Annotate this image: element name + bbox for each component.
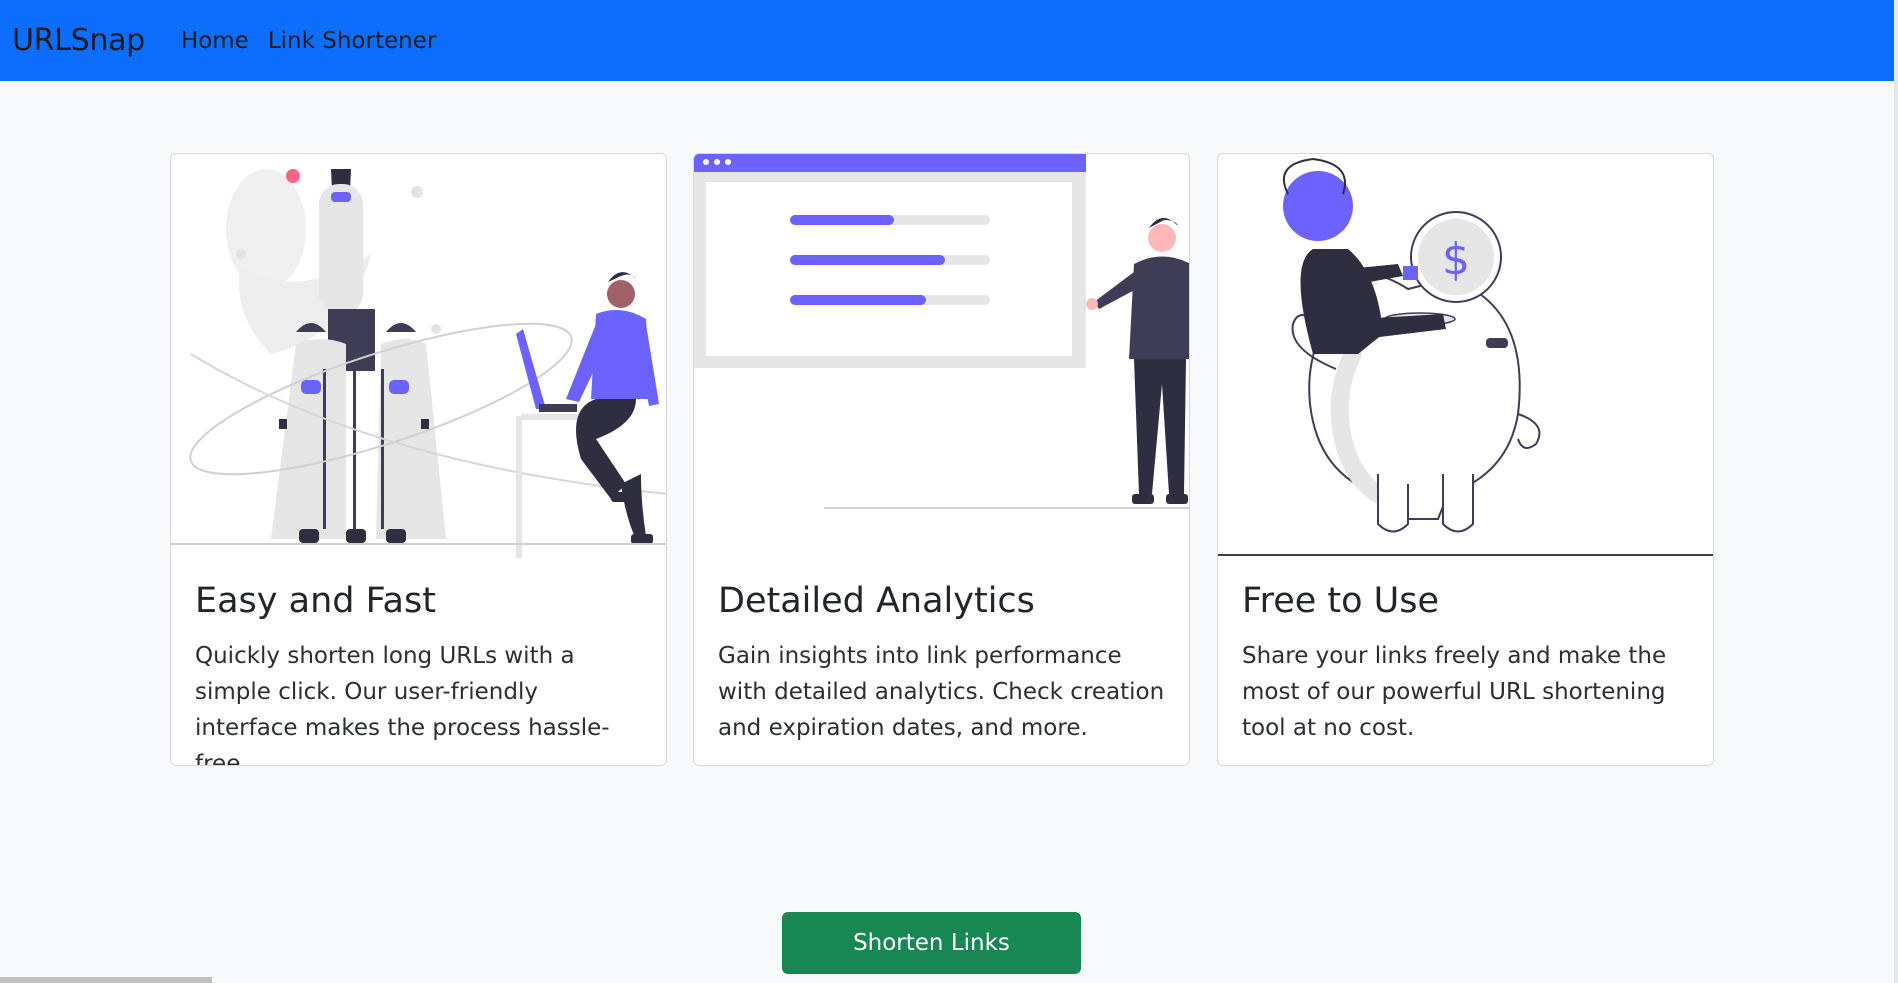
analytics-dashboard-illustration	[694, 154, 1189, 559]
rocket-launch-illustration	[171, 154, 666, 559]
card-text: Share your links freely and make the mos…	[1242, 643, 1667, 741]
piggy-bank-illustration: $	[1218, 154, 1713, 559]
vertical-scrollbar[interactable]	[1894, 0, 1898, 983]
brand-logo[interactable]: URLSnap	[12, 23, 145, 58]
svg-text:$: $	[1442, 234, 1470, 285]
feature-card-easy: Easy and Fast Quickly shorten long URLs …	[170, 153, 667, 766]
nav-link-home[interactable]: Home	[181, 28, 249, 54]
card-title: Easy and Fast	[195, 581, 436, 621]
card-text: Gain insights into link performance with…	[718, 643, 1165, 741]
feature-card-free: $ Free to Use Share your links freely an…	[1217, 153, 1714, 766]
feature-card-analytics: Detailed Analytics Gain insights into li…	[693, 153, 1190, 766]
horizontal-scrollbar[interactable]	[0, 977, 212, 983]
card-title: Free to Use	[1242, 581, 1440, 621]
card-text: Quickly shorten long URLs with a simple …	[195, 643, 610, 766]
nav-link-shortener[interactable]: Link Shortener	[268, 28, 436, 54]
navbar: URLSnap Home Link Shortener	[0, 0, 1894, 81]
card-title: Detailed Analytics	[718, 581, 1035, 621]
shorten-links-button[interactable]: Shorten Links	[782, 912, 1081, 974]
